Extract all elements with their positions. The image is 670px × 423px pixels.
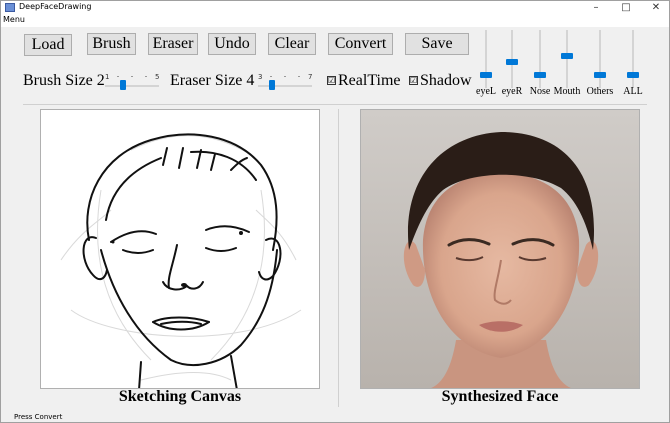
others-slider[interactable]: [593, 30, 607, 88]
undo-button[interactable]: Undo: [208, 33, 256, 55]
brush-button[interactable]: Brush: [87, 33, 136, 55]
nose-slider-handle[interactable]: [534, 71, 546, 78]
eyeR-slider-handle[interactable]: [506, 58, 518, 65]
checkbox-icon: ☑: [409, 76, 418, 85]
eyeL-slider[interactable]: [479, 30, 493, 88]
minimize-button[interactable]: –: [581, 1, 611, 15]
synthesized-face-image: [360, 109, 640, 389]
slider-tick-mark: [117, 76, 119, 77]
clear-button[interactable]: Clear: [268, 33, 316, 55]
panel-divider: [338, 109, 339, 407]
maximize-button[interactable]: □: [611, 1, 641, 15]
sketching-canvas[interactable]: [40, 109, 320, 389]
slider-track: [258, 85, 312, 87]
menu-bar: Menu: [1, 15, 669, 27]
face-portrait: [361, 110, 639, 388]
eraser-size-label: Eraser Size 4: [170, 72, 255, 89]
close-button[interactable]: ✕: [641, 1, 670, 15]
eraser-size-min-tick: 3: [258, 73, 263, 81]
brush-size-label: Brush Size 2: [23, 72, 105, 89]
eraser-size-slider[interactable]: 3 7: [256, 71, 314, 93]
slider-track: [485, 30, 487, 88]
title-bar: DeepFaceDrawing – □ ✕: [1, 1, 669, 15]
brush-size-min-tick: 1: [105, 73, 110, 81]
brush-size-handle[interactable]: [120, 80, 126, 90]
brush-size-max-tick: 5: [155, 73, 160, 81]
menu-item-menu[interactable]: Menu: [3, 15, 25, 24]
sketching-canvas-caption: Sketching Canvas: [118, 388, 242, 405]
eraser-size-handle[interactable]: [269, 80, 275, 90]
shadow-label: Shadow: [420, 72, 472, 89]
all-slider-handle[interactable]: [627, 71, 639, 78]
slider-tick-mark: [131, 76, 133, 77]
slider-track: [632, 30, 634, 88]
slider-track: [539, 30, 541, 88]
mouth-slider[interactable]: [560, 30, 574, 88]
eraser-button[interactable]: Eraser: [148, 33, 198, 55]
all-label: ALL: [623, 86, 643, 97]
all-slider[interactable]: [626, 30, 640, 88]
others-slider-handle[interactable]: [594, 71, 606, 78]
app-window: DeepFaceDrawing – □ ✕ Menu Load Brush Er…: [0, 0, 670, 423]
eyeL-slider-handle[interactable]: [480, 71, 492, 78]
convert-button[interactable]: Convert: [328, 33, 393, 55]
slider-tick-mark: [298, 76, 300, 77]
realtime-label: RealTime: [338, 72, 401, 89]
eraser-size-max-tick: 7: [308, 73, 313, 81]
face-sketch-drawing: [60, 133, 302, 388]
window-title: DeepFaceDrawing: [19, 2, 92, 11]
slider-tick-mark: [145, 76, 147, 77]
app-icon: [5, 3, 15, 12]
shadow-checkbox[interactable]: ☑ Shadow: [409, 72, 472, 90]
slider-tick-mark: [270, 76, 272, 77]
section-divider: [23, 104, 647, 105]
slider-tick-mark: [284, 76, 286, 77]
status-bar: Press Convert: [14, 413, 63, 421]
save-button[interactable]: Save: [405, 33, 469, 55]
load-button[interactable]: Load: [24, 34, 72, 56]
slider-track: [105, 85, 159, 87]
nose-slider[interactable]: [533, 30, 547, 88]
realtime-checkbox[interactable]: ☑ RealTime: [327, 72, 401, 90]
slider-track: [599, 30, 601, 88]
synthesized-face-caption: Synthesized Face: [441, 388, 559, 405]
brush-size-slider[interactable]: 1 5: [103, 71, 161, 93]
checkbox-icon: ☑: [327, 76, 336, 85]
eyeR-slider[interactable]: [505, 30, 519, 88]
mouth-slider-handle[interactable]: [561, 53, 573, 60]
